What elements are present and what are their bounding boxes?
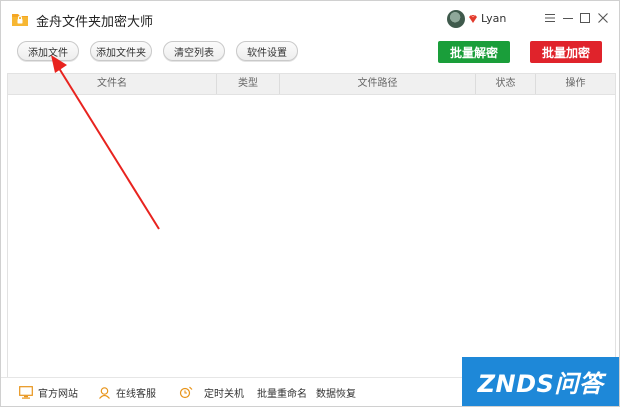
rename-label: 批量重命名 (257, 388, 307, 400)
shutdown-link[interactable]: 定时关机 (179, 384, 244, 400)
column-header-type[interactable]: 类型 (217, 74, 280, 94)
watermark-logo: ZNDS问答 (462, 357, 619, 406)
support-label: 在线客服 (116, 388, 156, 400)
minimize-icon (563, 18, 573, 19)
minimize-button[interactable] (560, 10, 576, 26)
shutdown-label: 定时关机 (204, 388, 244, 400)
support-link[interactable]: 在线客服 (98, 384, 156, 400)
hamburger-menu-icon (545, 14, 555, 22)
monitor-icon (19, 385, 33, 399)
user-name[interactable]: Lyan (481, 12, 506, 25)
avatar[interactable] (447, 10, 465, 28)
toolbar: 添加文件 添加文件夹 清空列表 软件设置 批量解密 批量加密 (1, 37, 619, 69)
column-header-path[interactable]: 文件路径 (280, 74, 476, 94)
maximize-icon (580, 13, 590, 23)
website-label: 官方网站 (38, 388, 78, 400)
folder-lock-icon (12, 14, 28, 26)
column-header-actions[interactable]: 操作 (536, 74, 615, 94)
clear-list-button[interactable]: 清空列表 (163, 41, 225, 61)
batch-encrypt-button[interactable]: 批量加密 (530, 41, 602, 63)
rename-link[interactable]: 批量重命名 (257, 384, 307, 400)
settings-button[interactable]: 软件设置 (236, 41, 298, 61)
column-header-filename[interactable]: 文件名 (8, 74, 217, 94)
close-button[interactable] (595, 10, 611, 26)
app-title: 金舟文件夹加密大师 (36, 15, 154, 30)
file-list-area[interactable] (7, 95, 616, 377)
file-table-header: 文件名 类型 文件路径 状态 操作 (7, 73, 616, 95)
batch-decrypt-button[interactable]: 批量解密 (438, 41, 510, 63)
maximize-button[interactable] (577, 10, 593, 26)
title-bar: 金舟文件夹加密大师 Lyan (1, 1, 619, 37)
close-icon (598, 13, 608, 23)
clock-power-icon (179, 386, 193, 398)
column-header-status[interactable]: 状态 (476, 74, 536, 94)
website-link[interactable]: 官方网站 (19, 384, 78, 400)
vip-gem-icon (469, 14, 477, 23)
add-file-button[interactable]: 添加文件 (17, 41, 79, 61)
menu-button[interactable] (542, 10, 558, 26)
recovery-link[interactable]: 数据恢复 (316, 384, 356, 400)
app-window: 金舟文件夹加密大师 Lyan 添加文件 添加文件夹 清空列表 软件设置 批量解密… (0, 0, 620, 407)
headset-icon (99, 386, 110, 399)
add-folder-button[interactable]: 添加文件夹 (90, 41, 152, 61)
recovery-label: 数据恢复 (316, 388, 356, 400)
